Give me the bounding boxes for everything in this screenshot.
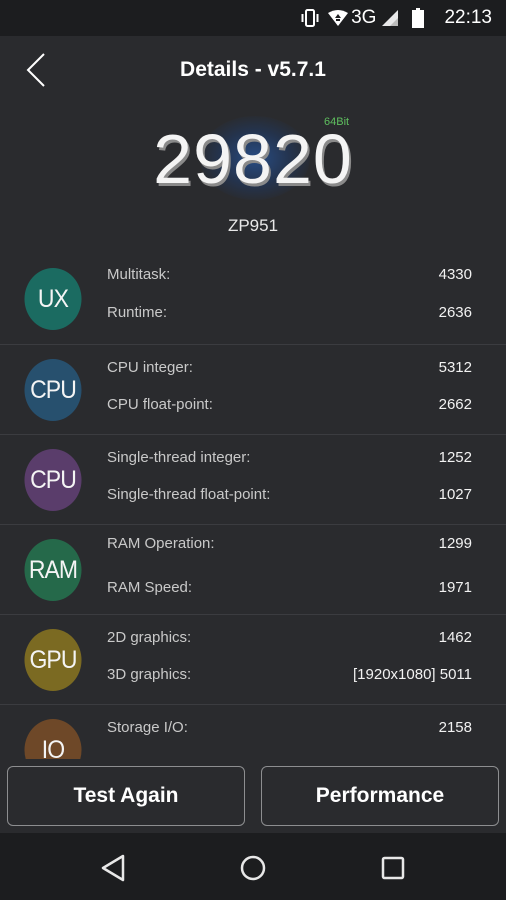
list-item: CPU integer: 5312: [107, 359, 472, 376]
item-value: 1299: [438, 535, 472, 552]
item-label: RAM Operation:: [107, 535, 215, 552]
item-label: Single-thread float-point:: [107, 486, 271, 503]
item-value: 1252: [438, 449, 472, 466]
list-item: RAM Speed: 1971: [107, 579, 472, 596]
item-label: Runtime:: [107, 304, 168, 321]
battery-icon: [412, 8, 425, 28]
list-item: Storage I/O: 2158: [107, 719, 472, 736]
test-again-button[interactable]: Test Again: [7, 766, 245, 826]
list-item: Single-thread float-point: 1027: [107, 486, 472, 503]
performance-button[interactable]: Performance: [261, 766, 499, 826]
signal-icon: [382, 10, 399, 26]
list-item: 2D graphics: 1462: [107, 629, 472, 646]
item-value: 2158: [438, 719, 472, 736]
home-circle-icon: [240, 855, 266, 881]
nav-recents-button[interactable]: [376, 851, 410, 885]
list-item: CPU float-point: 2662: [107, 396, 472, 413]
ux-badge-icon: UX: [24, 268, 82, 330]
item-value: 1971: [438, 579, 472, 596]
nav-home-button[interactable]: [236, 851, 270, 885]
item-label: 3D graphics:: [107, 666, 192, 683]
item-label: Multitask:: [107, 266, 171, 283]
back-triangle-icon: [101, 854, 125, 882]
item-value: [1920x1080] 5011: [353, 666, 472, 683]
section-single-thread-cpu: CPU Single-thread integer: 1252 Single-th…: [0, 434, 506, 524]
cpu-single-thread-badge-icon: CPU: [24, 449, 82, 511]
score-list[interactable]: UX Multitask: 4330 Runtime: 2636 CPU CPU i…: [0, 254, 506, 759]
item-label: CPU integer:: [107, 359, 193, 376]
system-nav-bar: [0, 833, 506, 900]
item-value: 5312: [438, 359, 472, 376]
section-ram: RAM RAM Operation: 1299 RAM Speed: 1971: [0, 524, 506, 614]
total-score: 29820: [153, 120, 353, 198]
section-io: IO Storage I/O: 2158: [0, 704, 506, 759]
list-item: Single-thread integer: 1252: [107, 449, 472, 466]
item-value: 2636: [438, 304, 472, 321]
total-score-area: 29820 64Bit: [0, 114, 506, 204]
cpu-badge-icon: CPU: [24, 359, 82, 421]
item-value: 4330: [438, 266, 472, 283]
network-type: 3G: [351, 7, 377, 28]
item-label: Storage I/O:: [107, 719, 188, 736]
bit-badge: 64Bit: [324, 116, 350, 128]
header: Details - v5.7.1 29820 64Bit ZP951: [0, 36, 506, 254]
list-item: 3D graphics: [1920x1080] 5011: [107, 666, 472, 683]
item-value: 1462: [438, 629, 472, 646]
recents-square-icon: [381, 856, 405, 880]
vibrate-icon: [299, 9, 321, 27]
section-gpu: GPU 2D graphics: 1462 3D graphics: [1920x1…: [0, 614, 506, 704]
list-item: Runtime: 2636: [107, 304, 472, 321]
item-value: 2662: [438, 396, 472, 413]
item-label: 2D graphics:: [107, 629, 192, 646]
wifi-icon: [327, 9, 349, 27]
ram-badge-icon: RAM: [24, 539, 82, 601]
item-label: RAM Speed:: [107, 579, 193, 596]
clock: 22:13: [444, 7, 492, 28]
item-label: Single-thread integer:: [107, 449, 251, 466]
device-name: ZP951: [227, 216, 279, 235]
nav-back-button[interactable]: [96, 851, 130, 885]
list-item: Multitask: 4330: [107, 266, 472, 283]
action-bar: Test Again Performance: [0, 759, 506, 833]
io-badge-icon: IO: [24, 719, 82, 759]
page-title: Details - v5.7.1: [180, 58, 326, 81]
item-value: 1027: [438, 486, 472, 503]
list-item: RAM Operation: 1299: [107, 535, 472, 552]
section-ux: UX Multitask: 4330 Runtime: 2636: [0, 254, 506, 344]
status-bar: 3G 22:13: [0, 0, 506, 36]
item-label: CPU float-point:: [107, 396, 213, 413]
gpu-badge-icon: GPU: [24, 629, 82, 691]
section-cpu: CPU CPU integer: 5312 CPU float-point: 266…: [0, 344, 506, 434]
